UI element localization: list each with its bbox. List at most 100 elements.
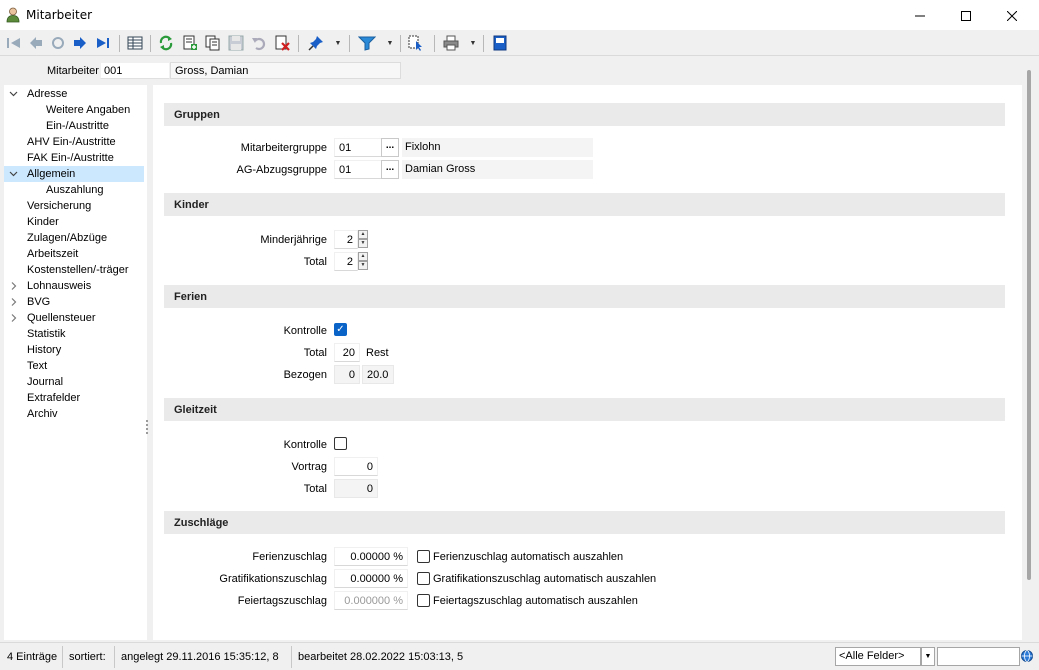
copy-record-button[interactable]: [203, 34, 223, 52]
ferien-rest-value: 20.0: [362, 365, 394, 384]
agabzugsgruppe-lookup-button[interactable]: ...: [381, 160, 399, 179]
minimize-button[interactable]: [897, 0, 943, 31]
agabzugsgruppe-label: AG-Abzugsgruppe: [236, 164, 328, 176]
scrollbar-thumb[interactable]: [1027, 70, 1031, 580]
filter-button[interactable]: [357, 34, 377, 52]
tree-item[interactable]: BVG: [4, 294, 144, 310]
tree-item[interactable]: Archiv: [4, 406, 144, 422]
tree-item[interactable]: Statistik: [4, 326, 144, 342]
kinder-total-label: Total: [303, 256, 327, 268]
ferien-bezogen-input: 0: [334, 365, 360, 384]
agabzugsgruppe-input[interactable]: 01: [334, 160, 383, 179]
tree-item-label: Zulagen/Abzüge: [27, 232, 108, 244]
tree-item[interactable]: Weitere Angaben: [4, 102, 144, 118]
minderjaehrige-spinner[interactable]: ▲ ▼: [358, 230, 368, 249]
kinder-total-spinner[interactable]: ▲ ▼: [358, 252, 368, 271]
spin-up-icon[interactable]: ▲: [358, 252, 368, 261]
gleitzeit-vortrag-input[interactable]: 0: [334, 457, 378, 476]
feiertagszuschlag-auto-label[interactable]: Feiertagszuschlag automatisch auszahlen: [433, 595, 638, 607]
maximize-button[interactable]: [943, 0, 989, 31]
mitarbeitergruppe-input[interactable]: 01: [334, 138, 383, 157]
tree-item[interactable]: Auszahlung: [4, 182, 144, 198]
checkmark-icon: ✓: [336, 324, 345, 335]
next-record-button[interactable]: [70, 34, 90, 52]
undo-button[interactable]: [249, 34, 269, 52]
table-view-button[interactable]: [125, 34, 145, 52]
tree-item[interactable]: FAK Ein-/Austritte: [4, 150, 144, 166]
feiertagszuschlag-label: Feiertagszuschlag: [237, 595, 327, 607]
tree-item[interactable]: AHV Ein-/Austritte: [4, 134, 144, 150]
save-button[interactable]: [226, 34, 246, 52]
vertical-scrollbar[interactable]: [1022, 57, 1039, 640]
employee-id-input[interactable]: 001: [100, 62, 170, 79]
globe-icon[interactable]: [1021, 650, 1033, 662]
new-record-button[interactable]: [180, 34, 200, 52]
field-filter-dropdown[interactable]: ▼: [921, 647, 935, 666]
goto-record-button[interactable]: [48, 34, 68, 52]
spin-down-icon[interactable]: ▼: [358, 239, 368, 248]
export-icon: [493, 35, 507, 51]
print-button[interactable]: [441, 34, 461, 52]
search-input[interactable]: [937, 647, 1020, 666]
gratifikationszuschlag-auto-label[interactable]: Gratifikationszuschlag automatisch ausza…: [433, 573, 656, 585]
first-record-button[interactable]: [4, 34, 24, 52]
tree-item[interactable]: Journal: [4, 374, 144, 390]
tree-item[interactable]: Kinder: [4, 214, 144, 230]
ferien-kontrolle-label: Kontrolle: [283, 325, 327, 337]
ferien-total-input[interactable]: 20: [334, 343, 360, 362]
tree-item-label: Weitere Angaben: [46, 104, 131, 116]
ferienzuschlag-auto-checkbox[interactable]: [417, 550, 430, 563]
close-icon: [1007, 10, 1017, 21]
delete-record-button[interactable]: [272, 34, 292, 52]
arrow-right-icon: [74, 37, 86, 49]
mitarbeitergruppe-lookup-button[interactable]: ...: [381, 138, 399, 157]
tree-item[interactable]: History: [4, 342, 144, 358]
spin-up-icon[interactable]: ▲: [358, 230, 368, 239]
mitarbeitergruppe-label: Mitarbeitergruppe: [240, 142, 327, 154]
splitter-handle[interactable]: [146, 420, 149, 436]
ferienzuschlag-input[interactable]: 0.00000 %: [334, 547, 408, 566]
filter-dropdown[interactable]: ▼: [386, 36, 394, 50]
gratifikationszuschlag-auto-checkbox[interactable]: [417, 572, 430, 585]
pin-dropdown[interactable]: ▼: [334, 36, 342, 50]
field-filter-combo[interactable]: <Alle Felder>: [835, 647, 921, 666]
kinder-total-input[interactable]: 2: [334, 252, 358, 271]
tree-item[interactable]: Versicherung: [4, 198, 144, 214]
ferienzuschlag-auto-label[interactable]: Ferienzuschlag automatisch auszahlen: [433, 551, 623, 563]
section-gruppen: Gruppen: [164, 103, 1005, 126]
tree-item-label: Statistik: [27, 328, 66, 340]
close-button[interactable]: [989, 0, 1035, 31]
minderjaehrige-input[interactable]: 2: [334, 230, 358, 249]
export-button[interactable]: [490, 34, 510, 52]
gleitzeit-vortrag-label: Vortrag: [291, 461, 327, 473]
feiertagszuschlag-auto-checkbox[interactable]: [417, 594, 430, 607]
print-dropdown[interactable]: ▼: [469, 36, 477, 50]
refresh-button[interactable]: [156, 34, 176, 52]
tree-item[interactable]: Extrafelder: [4, 390, 144, 406]
tree-item[interactable]: Kostenstellen/-träger: [4, 262, 144, 278]
gratifikationszuschlag-input[interactable]: 0.00000 %: [334, 569, 408, 588]
tree-item[interactable]: Lohnausweis: [4, 278, 144, 294]
feiertagszuschlag-input[interactable]: 0.000000 %: [334, 591, 408, 610]
tree-item-label: Kinder: [27, 216, 59, 228]
ferienzuschlag-label: Ferienzuschlag: [252, 551, 327, 563]
select-button[interactable]: [406, 34, 426, 52]
previous-record-button[interactable]: [26, 34, 46, 52]
tree-item[interactable]: Allgemein: [4, 166, 144, 182]
tree-item[interactable]: Arbeitszeit: [4, 246, 144, 262]
last-record-button[interactable]: [93, 34, 113, 52]
gleitzeit-kontrolle-checkbox[interactable]: [334, 437, 347, 450]
tree-item[interactable]: Ein-/Austritte: [4, 118, 144, 134]
minderjaehrige-label: Minderjährige: [260, 234, 327, 246]
gleitzeit-kontrolle-label: Kontrolle: [283, 439, 327, 451]
pin-button[interactable]: [306, 34, 326, 52]
tree-item[interactable]: Quellensteuer: [4, 310, 144, 326]
tree-item[interactable]: Adresse: [4, 86, 144, 102]
tree-item[interactable]: Zulagen/Abzüge: [4, 230, 144, 246]
spin-down-icon[interactable]: ▼: [358, 261, 368, 270]
tree-item-label: Allgemein: [27, 168, 76, 180]
tree-item-label: Adresse: [27, 88, 68, 100]
ferien-kontrolle-checkbox[interactable]: ✓: [334, 323, 347, 336]
tree-item[interactable]: Text: [4, 358, 144, 374]
refresh-circle-icon: [52, 37, 64, 49]
